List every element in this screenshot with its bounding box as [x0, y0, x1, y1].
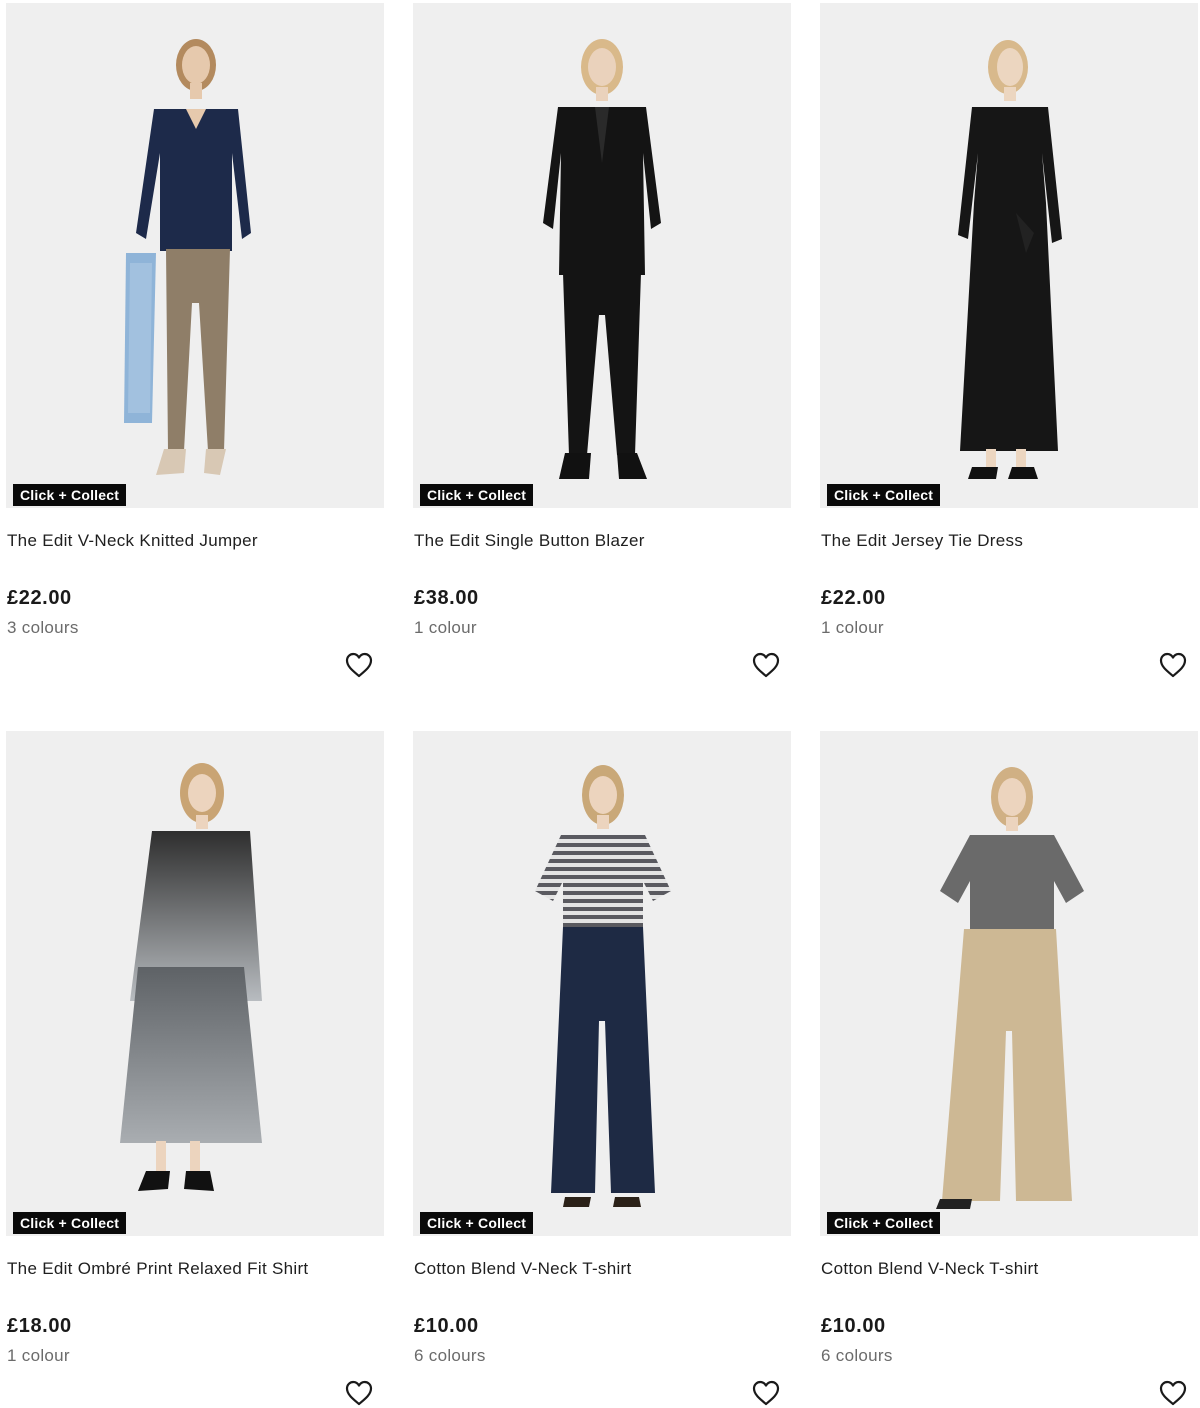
- product-image[interactable]: Click + Collect: [820, 731, 1198, 1236]
- product-price: £22.00: [7, 587, 72, 609]
- product-colour-count: 6 colours: [821, 1346, 893, 1365]
- click-collect-badge: Click + Collect: [420, 484, 534, 506]
- product-price: £10.00: [414, 1315, 479, 1337]
- product-colour-count: 1 colour: [414, 618, 477, 637]
- product-name[interactable]: The Edit Jersey Tie Dress: [821, 530, 1023, 552]
- product-name[interactable]: Cotton Blend V-Neck T-shirt: [821, 1258, 1039, 1280]
- model-figure: [936, 767, 1084, 1209]
- heart-outline-icon[interactable]: [344, 650, 374, 680]
- product-price: £10.00: [821, 1315, 886, 1337]
- product-name[interactable]: The Edit Single Button Blazer: [414, 530, 645, 552]
- heart-outline-icon[interactable]: [1158, 650, 1188, 680]
- product-name[interactable]: Cotton Blend V-Neck T-shirt: [414, 1258, 632, 1280]
- product-card[interactable]: Click + Collect Cotton Blend V-Neck T-sh…: [820, 731, 1198, 1406]
- product-image[interactable]: Click + Collect: [6, 3, 384, 508]
- product-image[interactable]: Click + Collect: [413, 731, 791, 1236]
- heart-outline-icon[interactable]: [751, 1378, 781, 1408]
- product-card[interactable]: Click + Collect Cotton Blend V-Neck T-sh…: [413, 731, 791, 1406]
- heart-outline-icon[interactable]: [751, 650, 781, 680]
- model-figure: [535, 765, 671, 1207]
- product-price: £38.00: [414, 587, 479, 609]
- product-image[interactable]: Click + Collect: [820, 3, 1198, 508]
- product-colour-count: 3 colours: [7, 618, 79, 637]
- product-card[interactable]: Click + Collect The Edit Single Button B…: [413, 3, 791, 678]
- click-collect-badge: Click + Collect: [827, 484, 941, 506]
- click-collect-badge: Click + Collect: [827, 1212, 941, 1234]
- click-collect-badge: Click + Collect: [420, 1212, 534, 1234]
- product-name[interactable]: The Edit Ombré Print Relaxed Fit Shirt: [7, 1258, 308, 1280]
- model-figure: [124, 39, 251, 475]
- model-figure: [543, 39, 661, 479]
- product-colour-count: 6 colours: [414, 1346, 486, 1365]
- product-image[interactable]: Click + Collect: [6, 731, 384, 1236]
- product-card[interactable]: Click + Collect The Edit Ombré Print Rel…: [6, 731, 384, 1406]
- product-card[interactable]: Click + Collect The Edit Jersey Tie Dres…: [820, 3, 1198, 678]
- product-card[interactable]: Click + Collect The Edit V-Neck Knitted …: [6, 3, 384, 678]
- product-name[interactable]: The Edit V-Neck Knitted Jumper: [7, 530, 258, 552]
- product-price: £22.00: [821, 587, 886, 609]
- model-figure: [958, 40, 1062, 479]
- click-collect-badge: Click + Collect: [13, 484, 127, 506]
- heart-outline-icon[interactable]: [1158, 1378, 1188, 1408]
- product-price: £18.00: [7, 1315, 72, 1337]
- click-collect-badge: Click + Collect: [13, 1212, 127, 1234]
- product-colour-count: 1 colour: [7, 1346, 70, 1365]
- heart-outline-icon[interactable]: [344, 1378, 374, 1408]
- product-colour-count: 1 colour: [821, 618, 884, 637]
- model-figure: [120, 763, 262, 1191]
- product-image[interactable]: Click + Collect: [413, 3, 791, 508]
